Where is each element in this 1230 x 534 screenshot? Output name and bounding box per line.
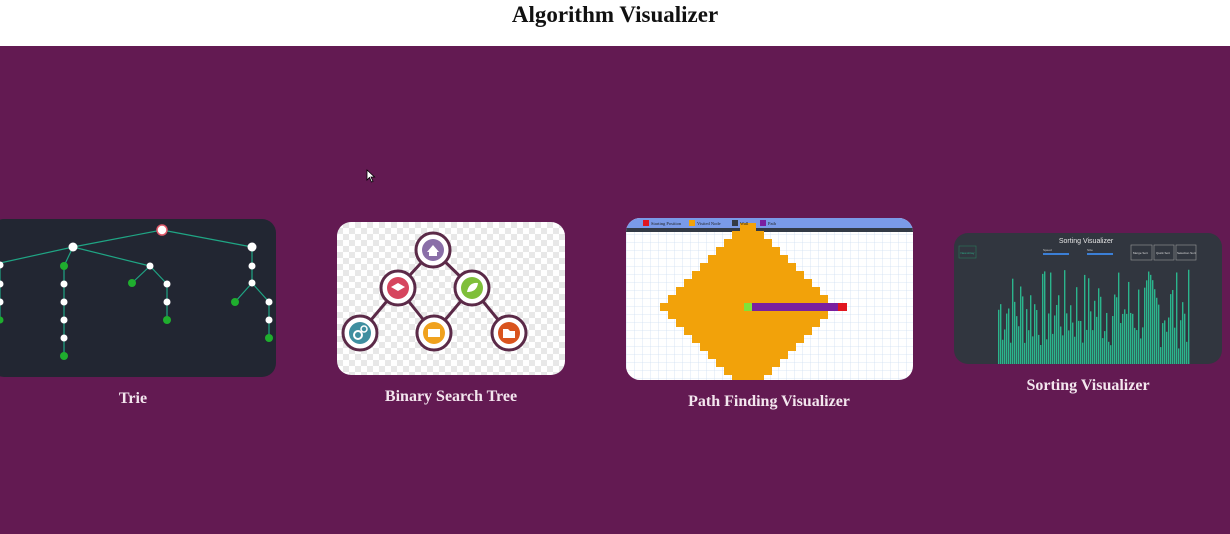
path-finding-grid-image: Starting Position Visited Node Wall Path [626, 218, 913, 380]
card-label-sorting[interactable]: Sorting Visualizer [988, 377, 1188, 395]
sorting-bars-image: Sorting Visualizer New Array Speed Size … [958, 238, 1197, 364]
home-icon [414, 231, 452, 269]
trie-thumbnail[interactable] [0, 219, 276, 377]
selection-sort-button: Selection Sort [1177, 251, 1196, 255]
legend-wall: Wall [740, 221, 749, 226]
bst-tree-image [341, 231, 528, 352]
trie-tree-image [0, 224, 273, 360]
card-label-path-finding[interactable]: Path Finding Visualizer [669, 393, 869, 411]
card-label-trie[interactable]: Trie [83, 390, 183, 408]
quick-sort-button: Quick Sort [1156, 251, 1170, 255]
speed-label: Speed [1043, 248, 1052, 252]
gears-icon [341, 314, 379, 352]
page-title: Algorithm Visualizer [511, 2, 719, 27]
mouse-cursor-icon [366, 169, 376, 183]
sorting-thumbnail[interactable]: Sorting Visualizer New Array Speed Size … [954, 233, 1222, 364]
card-label-bst[interactable]: Binary Search Tree [351, 388, 551, 406]
folder-icon [490, 314, 528, 352]
new-array-button: New Array [961, 251, 975, 255]
path-finding-thumbnail[interactable]: Starting Position Visited Node Wall Path [626, 218, 913, 380]
email-icon [415, 314, 453, 352]
carousel: Trie Binary Search Tree Starting Positio… [0, 46, 1230, 534]
sorting-screen-title: Sorting Visualizer [1059, 238, 1114, 245]
legend-path: Path [768, 221, 777, 226]
size-label: Size [1087, 248, 1093, 252]
legend-visited: Visited Node [697, 221, 721, 226]
legend-start: Starting Position [651, 221, 682, 226]
header: Algorithm Visualizer [0, 0, 1230, 46]
bst-thumbnail[interactable] [337, 222, 565, 375]
graduation-cap-icon [379, 269, 417, 307]
merge-sort-button: Merge Sort [1133, 251, 1148, 255]
leaf-icon [453, 269, 491, 307]
